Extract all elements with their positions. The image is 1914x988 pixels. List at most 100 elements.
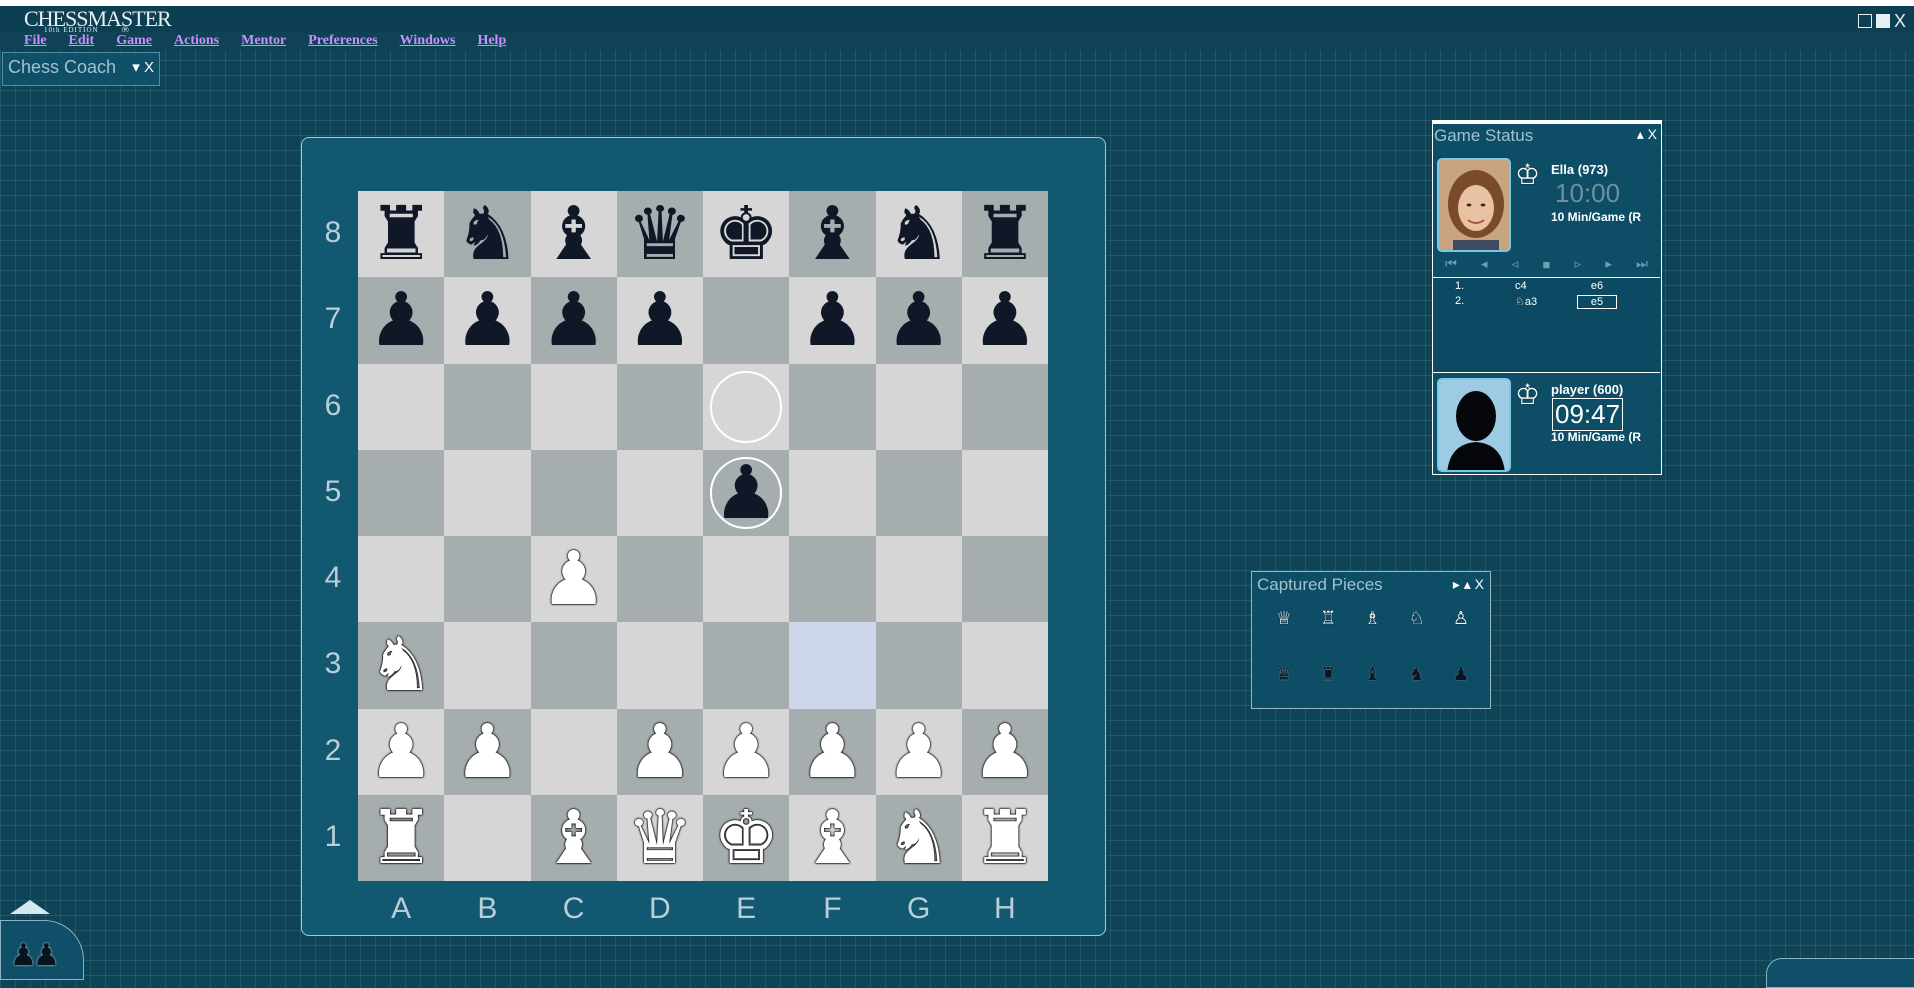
square-h1[interactable]: ♜ xyxy=(961,794,1048,881)
square-d4[interactable] xyxy=(616,536,703,623)
black-pawn-icon[interactable]: ♟ xyxy=(454,283,520,357)
white-pawn-icon[interactable]: ♟ xyxy=(627,715,693,789)
square-h4[interactable] xyxy=(961,536,1048,623)
square-a6[interactable] xyxy=(358,363,445,450)
square-f2[interactable]: ♟ xyxy=(789,708,876,795)
menu-edit[interactable]: Edit xyxy=(69,32,95,50)
current-move[interactable]: e5 xyxy=(1577,295,1617,309)
window-close-icon[interactable]: X xyxy=(1894,12,1906,30)
game-status-controls[interactable]: ▴ X xyxy=(1637,126,1657,143)
menu-mentor[interactable]: Mentor xyxy=(241,32,286,50)
square-g6[interactable] xyxy=(875,363,962,450)
square-b6[interactable] xyxy=(444,363,531,450)
square-e3[interactable] xyxy=(703,622,790,709)
black-pawn-icon[interactable]: ♟ xyxy=(368,283,434,357)
square-d5[interactable] xyxy=(616,449,703,536)
black-bishop-icon[interactable]: ♝ xyxy=(799,197,865,271)
square-d3[interactable] xyxy=(616,622,703,709)
menu-game[interactable]: Game xyxy=(116,32,152,50)
chess-coach-controls[interactable]: ▾ X xyxy=(132,58,154,76)
white-bishop-icon[interactable]: ♝ xyxy=(540,801,606,875)
menu-help[interactable]: Help xyxy=(477,32,506,50)
square-h8[interactable]: ♜ xyxy=(961,191,1048,278)
square-g4[interactable] xyxy=(875,536,962,623)
square-g1[interactable]: ♞ xyxy=(875,794,962,881)
square-b5[interactable] xyxy=(444,449,531,536)
square-d6[interactable] xyxy=(616,363,703,450)
white-pawn-icon[interactable]: ♟ xyxy=(368,715,434,789)
square-f5[interactable] xyxy=(789,449,876,536)
square-d2[interactable]: ♟ xyxy=(616,708,703,795)
square-g5[interactable] xyxy=(875,449,962,536)
move-list[interactable]: 1. c4 e6 2. ♘a3 e5 xyxy=(1433,277,1660,373)
white-pawn-icon[interactable]: ♟ xyxy=(972,715,1038,789)
first-move-icon[interactable]: ⏮ xyxy=(1445,256,1457,272)
prev-move-icon[interactable]: ◃ xyxy=(1512,256,1519,272)
square-e4[interactable] xyxy=(703,536,790,623)
square-d1[interactable]: ♛ xyxy=(616,794,703,881)
square-g3[interactable] xyxy=(875,622,962,709)
square-c7[interactable]: ♟ xyxy=(530,277,617,364)
white-pawn-icon[interactable]: ♟ xyxy=(713,715,779,789)
square-f4[interactable] xyxy=(789,536,876,623)
square-e1[interactable]: ♚ xyxy=(703,794,790,881)
menu-file[interactable]: File xyxy=(24,32,47,50)
square-c2[interactable] xyxy=(530,708,617,795)
black-pawn-icon[interactable]: ♟ xyxy=(627,283,693,357)
black-bishop-icon[interactable]: ♝ xyxy=(540,197,606,271)
square-c4[interactable]: ♟ xyxy=(530,536,617,623)
square-a1[interactable]: ♜ xyxy=(358,794,445,881)
black-king-icon[interactable]: ♚ xyxy=(713,197,779,271)
square-g2[interactable]: ♟ xyxy=(875,708,962,795)
white-rook-icon[interactable]: ♜ xyxy=(368,801,434,875)
square-f7[interactable]: ♟ xyxy=(789,277,876,364)
black-pawn-icon[interactable]: ♟ xyxy=(799,283,865,357)
minimize-icon[interactable] xyxy=(1857,14,1872,28)
white-bishop-icon[interactable]: ♝ xyxy=(799,801,865,875)
chess-board[interactable]: ♜ ♞ ♝ ♛ ♚ ♝ ♞ ♜ ♟ ♟ ♟ ♟ ♟ ♟ ♟ ♟ ♟ ♞ ♟ ♟ ♟ ♟ ♟ ♟ ♟ ♜ ♝ ♛ ♚ ♝ ♞ ♜ xyxy=(358,191,1048,881)
white-pawn-icon[interactable]: ♟ xyxy=(885,715,951,789)
square-h6[interactable] xyxy=(961,363,1048,450)
chess-coach-panel[interactable]: Chess Coach ▾ X xyxy=(2,52,160,86)
square-b8[interactable]: ♞ xyxy=(444,191,531,278)
next-move-icon[interactable]: ▹ xyxy=(1575,256,1582,272)
square-a7[interactable]: ♟ xyxy=(358,277,445,364)
square-b4[interactable] xyxy=(444,536,531,623)
white-knight-icon[interactable]: ♞ xyxy=(368,628,434,702)
square-e2[interactable]: ♟ xyxy=(703,708,790,795)
white-king-icon[interactable]: ♚ xyxy=(713,801,779,875)
square-d8[interactable]: ♛ xyxy=(616,191,703,278)
square-e7[interactable] xyxy=(703,277,790,364)
black-pawn-icon[interactable]: ♟ xyxy=(885,283,951,357)
white-move[interactable]: ♘a3 xyxy=(1515,295,1537,308)
square-d7[interactable]: ♟ xyxy=(616,277,703,364)
square-a8[interactable]: ♜ xyxy=(358,191,445,278)
black-rook-icon[interactable]: ♜ xyxy=(972,197,1038,271)
square-b2[interactable]: ♟ xyxy=(444,708,531,795)
square-c8[interactable]: ♝ xyxy=(530,191,617,278)
black-pawn-icon[interactable]: ♟ xyxy=(972,283,1038,357)
square-c1[interactable]: ♝ xyxy=(530,794,617,881)
square-g8[interactable]: ♞ xyxy=(875,191,962,278)
square-c5[interactable] xyxy=(530,449,617,536)
expand-arrow-icon[interactable] xyxy=(10,900,50,914)
white-pawn-icon[interactable]: ♟ xyxy=(799,715,865,789)
square-f1[interactable]: ♝ xyxy=(789,794,876,881)
next-move-fast-icon[interactable]: ▸ xyxy=(1605,256,1612,272)
black-knight-icon[interactable]: ♞ xyxy=(454,197,520,271)
maximize-icon[interactable] xyxy=(1875,14,1890,28)
square-b3[interactable] xyxy=(444,622,531,709)
square-c6[interactable] xyxy=(530,363,617,450)
stop-icon[interactable]: ■ xyxy=(1543,257,1551,272)
square-g7[interactable]: ♟ xyxy=(875,277,962,364)
square-h5[interactable] xyxy=(961,449,1048,536)
white-knight-icon[interactable]: ♞ xyxy=(885,801,951,875)
black-rook-icon[interactable]: ♜ xyxy=(368,197,434,271)
white-pawn-icon[interactable]: ♟ xyxy=(454,715,520,789)
white-queen-icon[interactable]: ♛ xyxy=(627,801,693,875)
white-move[interactable]: c4 xyxy=(1515,280,1527,292)
menu-windows[interactable]: Windows xyxy=(400,32,456,50)
square-f6[interactable] xyxy=(789,363,876,450)
captured-pieces-controls[interactable]: ▸ ▴ X xyxy=(1453,576,1484,593)
square-a2[interactable]: ♟ xyxy=(358,708,445,795)
